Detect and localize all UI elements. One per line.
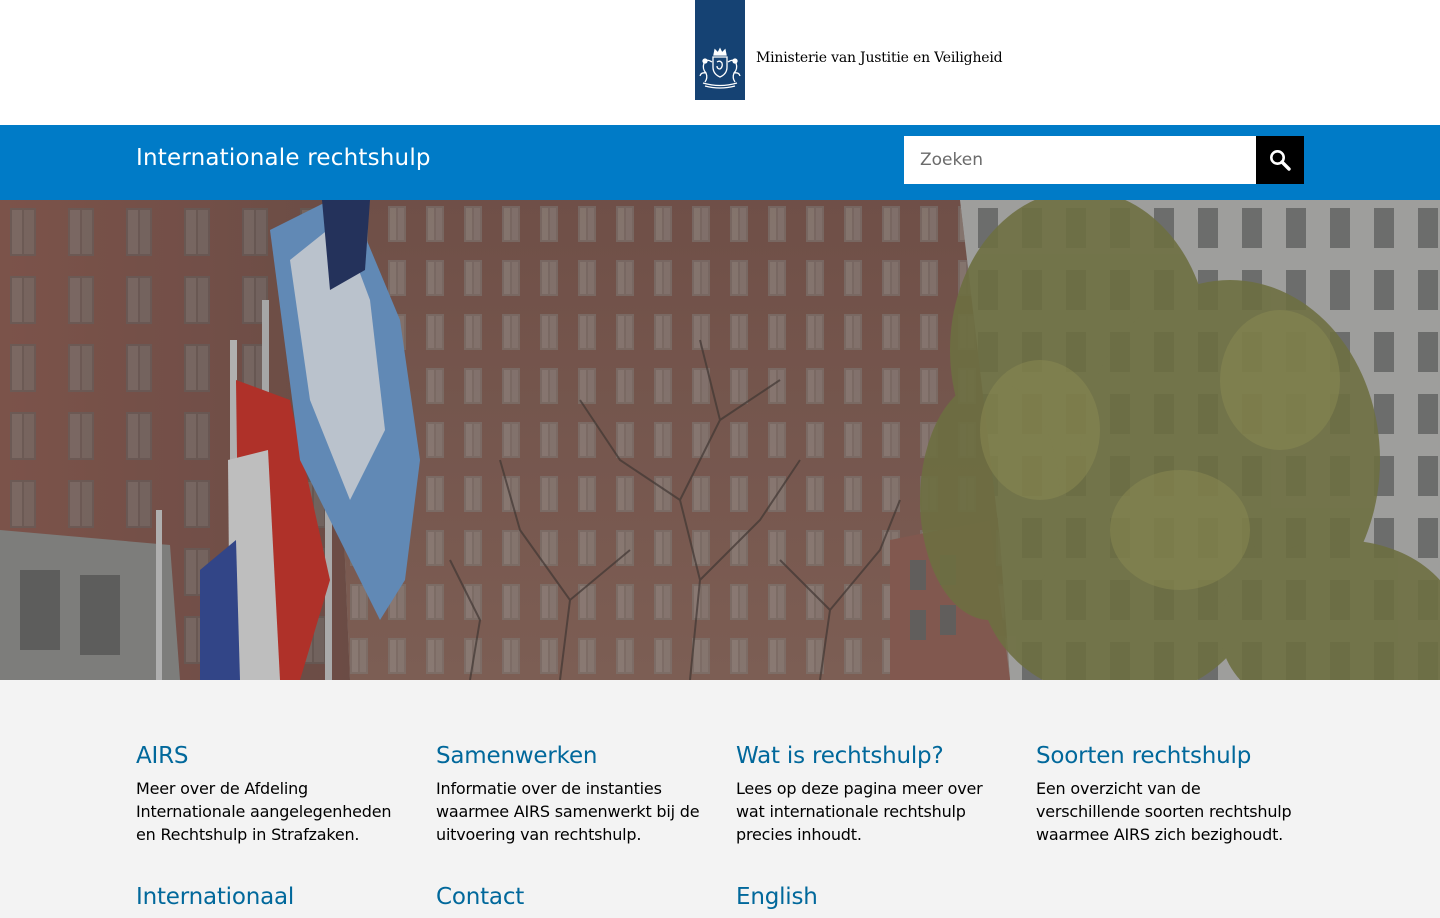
tile-description: Informatie over de instanties waarmee AI… — [436, 779, 700, 844]
tile-contact[interactable]: Contact — [436, 884, 704, 918]
logo-bar: Ministerie van Justitie en Veiligheid — [0, 0, 1440, 125]
ministry-logo-link[interactable] — [695, 0, 745, 100]
site-header: Internationale rechtshulp — [0, 125, 1440, 200]
tile-title: Wat is rechtshulp? — [736, 743, 944, 769]
tile-wat-is-rechtshulp[interactable]: Wat is rechtshulp? Lees op deze pagina m… — [736, 743, 1004, 846]
tile-title: Internationaal — [136, 884, 295, 910]
tile-description: Meer over de Afdeling Internationale aan… — [136, 779, 392, 844]
tile-title: Soorten rechtshulp — [1036, 743, 1252, 769]
tile-description: Een overzicht van de verschillende soort… — [1036, 779, 1292, 844]
tile-samenwerken[interactable]: Samenwerken Informatie over de instantie… — [436, 743, 704, 846]
hero-image — [0, 200, 1440, 680]
tile-airs[interactable]: AIRS Meer over de Afdeling International… — [136, 743, 404, 846]
site-title[interactable]: Internationale rechtshulp — [136, 145, 431, 171]
tile-soorten-rechtshulp[interactable]: Soorten rechtshulp Een overzicht van de … — [1036, 743, 1304, 846]
search-button[interactable] — [1256, 136, 1304, 184]
tile-internationaal[interactable]: Internationaal — [136, 884, 404, 918]
tile-title: Contact — [436, 884, 525, 910]
tile-english[interactable]: English — [736, 884, 1004, 918]
tile-description: Lees op deze pagina meer over wat intern… — [736, 779, 983, 844]
tile-title: Samenwerken — [436, 743, 598, 769]
ministry-name: Ministerie van Justitie en Veiligheid — [756, 50, 1003, 66]
tile-title: AIRS — [136, 743, 189, 769]
search-icon — [1256, 149, 1304, 171]
search-input[interactable] — [904, 136, 1256, 184]
tile-title: English — [736, 884, 818, 910]
